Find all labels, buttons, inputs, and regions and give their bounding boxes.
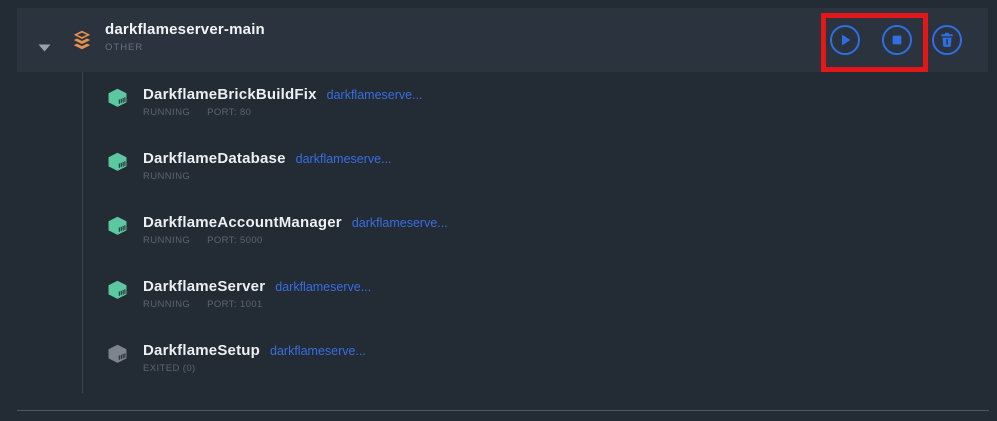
- container-status: RUNNING: [143, 171, 190, 182]
- container-port: PORT: 5000: [207, 235, 263, 246]
- start-button[interactable]: [830, 25, 860, 55]
- container-name: DarkflameDatabase: [143, 150, 286, 167]
- container-stack-link[interactable]: darkflameserve...: [327, 88, 423, 102]
- stack-name: darkflameserver-main: [105, 21, 265, 38]
- container-info: DarkflameBrickBuildFixdarkflameserve... …: [143, 85, 423, 118]
- container-status: RUNNING: [143, 299, 190, 310]
- delete-button[interactable]: [932, 25, 962, 55]
- stacks-panel: darkflameserver-main OTHER: [0, 0, 997, 421]
- container-info: DarkflameSetup darkflameserve... EXITED (…: [143, 341, 366, 374]
- container-row: DarkflameSetup darkflameserve... EXITED (…: [107, 341, 366, 374]
- container-info: DarkflameAccountManager darkflameserve...…: [143, 213, 448, 246]
- stack-layers-icon: [68, 27, 96, 54]
- container-port: PORT: 1001: [207, 299, 263, 310]
- container-icon: [107, 88, 128, 108]
- chevron-down-icon[interactable]: [38, 39, 51, 47]
- container-stack-link[interactable]: darkflameserve...: [296, 152, 392, 166]
- container-stack-link[interactable]: darkflameserve...: [270, 344, 366, 358]
- stack-type-label: OTHER: [105, 42, 265, 53]
- container-stack-link[interactable]: darkflameserve...: [352, 216, 448, 230]
- container-name: DarkflameSetup: [143, 342, 260, 359]
- container-name: DarkflameAccountManager: [143, 214, 342, 231]
- container-name: DarkflameServer: [143, 278, 265, 295]
- container-row: DarkflameServer darkflameserve... RUNNING…: [107, 277, 371, 310]
- container-status: RUNNING: [143, 235, 190, 246]
- container-status: RUNNING: [143, 107, 190, 118]
- container-info: DarkflameServer darkflameserve... RUNNING…: [143, 277, 371, 310]
- divider: [17, 410, 989, 411]
- container-icon: [107, 152, 128, 172]
- stack-header-row[interactable]: darkflameserver-main OTHER: [17, 8, 988, 72]
- container-name: DarkflameBrickBuildFix: [143, 86, 317, 103]
- stop-icon: [884, 25, 910, 55]
- tree-connector-line: [82, 72, 83, 393]
- container-icon: [107, 216, 128, 236]
- container-row: DarkflameAccountManager darkflameserve...…: [107, 213, 448, 246]
- container-icon: [107, 280, 128, 300]
- container-stack-link[interactable]: darkflameserve...: [275, 280, 371, 294]
- stack-titles: darkflameserver-main OTHER: [105, 21, 265, 53]
- play-icon: [832, 25, 858, 55]
- container-row: DarkflameDatabase darkflameserve... RUNNI…: [107, 149, 392, 182]
- container-icon: [107, 344, 128, 364]
- container-status: EXITED (0): [143, 363, 196, 374]
- trash-icon: [934, 25, 960, 55]
- stop-button[interactable]: [882, 25, 912, 55]
- container-port: PORT: 80: [207, 107, 251, 118]
- container-row: DarkflameBrickBuildFixdarkflameserve... …: [107, 85, 423, 118]
- container-info: DarkflameDatabase darkflameserve... RUNNI…: [143, 149, 392, 182]
